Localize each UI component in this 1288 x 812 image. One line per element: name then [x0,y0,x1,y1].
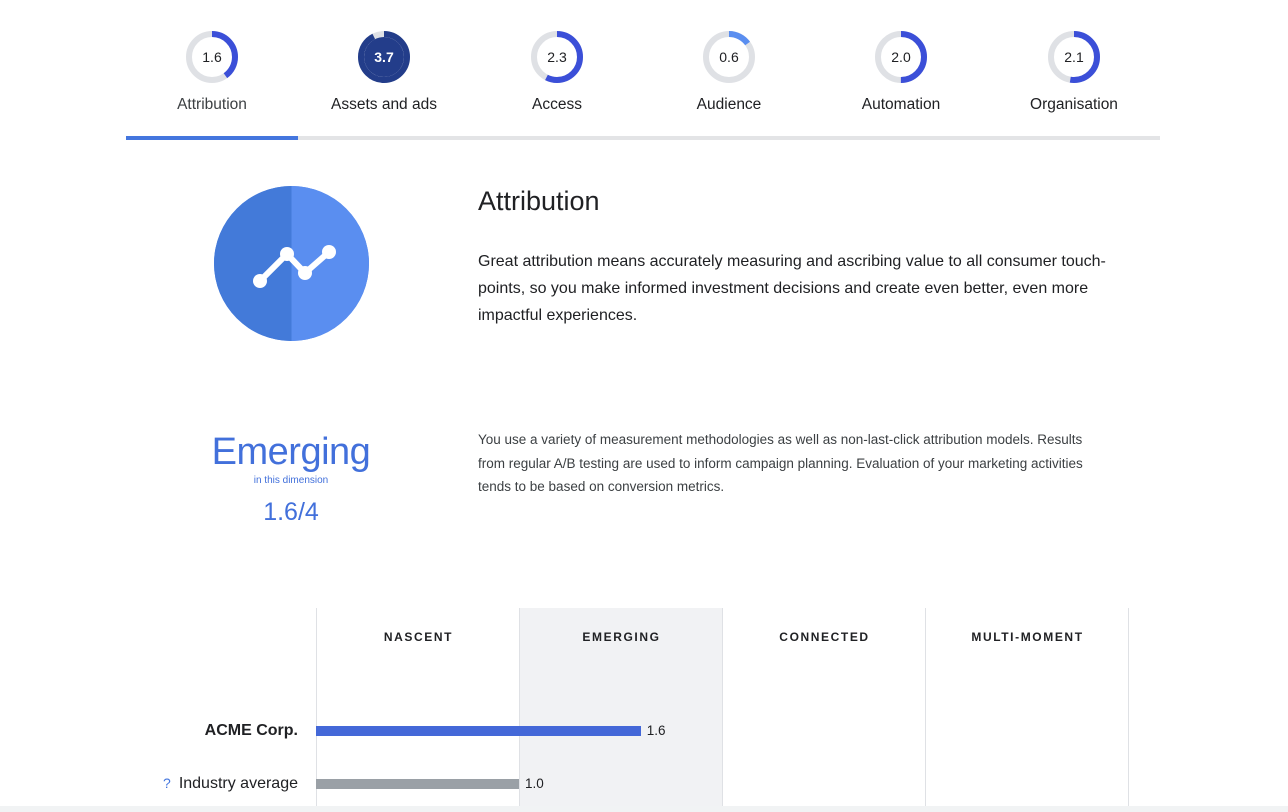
stage-header: CONNECTED [779,630,870,644]
score-ring-value: 2.1 [1064,49,1084,65]
active-tab-indicator [126,136,298,140]
score-ring: 2.1 [1048,31,1100,83]
row-label-text: Industry average [178,775,298,792]
maturity-stage: Emerging [211,431,371,473]
score-ring: 2.3 [531,31,583,83]
maturity-summary: Emerging in this dimension 1.6/4 [180,430,402,528]
row-label-text: ACME Corp. [204,722,298,739]
maturity-description: You use a variety of measurement methodo… [478,432,1083,494]
stage-divider [1128,608,1129,812]
tab-label: Organisation [1030,96,1118,113]
score-ring-value: 0.6 [719,49,739,65]
row-label: ? Industry average [163,775,298,793]
stage-header: NASCENT [383,630,454,644]
score-ring-value: 2.3 [547,49,567,65]
score-ring: 0.6 [703,31,755,83]
tab-assets-and-ads[interactable]: 3.7 Assets and ads [298,0,470,141]
maturity-score: 1.6/4 [263,498,319,526]
score-ring: 3.7 [358,31,410,83]
tab-label: Access [532,96,582,113]
tab-attribution[interactable]: 1.6 Attribution [126,0,298,141]
tab-label: Assets and ads [331,96,437,113]
row-label: ACME Corp. [205,722,298,740]
bar-value-label: 1.0 [525,776,544,791]
stage-divider [722,608,723,812]
bar-value-label: 1.6 [646,723,666,738]
stage-column: EMERGING [520,608,723,812]
stage-header: EMERGING [582,630,661,644]
tab-label: Attribution [177,96,247,113]
score-ring-value: 1.6 [202,49,222,65]
section-description: Great attribution means accurately measu… [478,253,1106,324]
stage-column: CONNECTED [723,608,926,812]
tab-organisation[interactable]: 2.1 Organisation [988,0,1160,141]
score-ring: 2.0 [875,31,927,83]
score-ring: 1.6 [186,31,238,83]
benchmark-chart: NASCENT EMERGING CONNECTED MULTI-MOMENT ACME… [0,608,1288,812]
tab-audience[interactable]: 0.6 Audience [643,0,815,141]
industry-average-bar [316,779,519,789]
stage-column: MULTI-MOMENT [926,608,1129,812]
maturity-subtitle: in this dimension [253,475,329,486]
score-ring-value: 3.7 [374,49,394,65]
score-ring-value: 2.0 [891,49,911,65]
trend-line-icon [214,186,369,341]
tab-automation[interactable]: 2.0 Automation [815,0,987,141]
tab-label: Audience [696,96,762,113]
tab-label: Automation [861,96,941,113]
stage-header: MULTI-MOMENT [971,630,1084,644]
question-icon[interactable]: ? [163,775,171,791]
section-title: Attribution [478,186,600,216]
tab-access[interactable]: 2.3 Access [471,0,643,141]
company-score-bar [316,726,641,736]
stage-divider [925,608,926,812]
stage-divider [519,608,520,812]
dimension-tabs: 1.6 Attribution 3.7 Assets and ads 2.3 A… [126,0,1160,141]
bottom-divider [0,806,1288,812]
